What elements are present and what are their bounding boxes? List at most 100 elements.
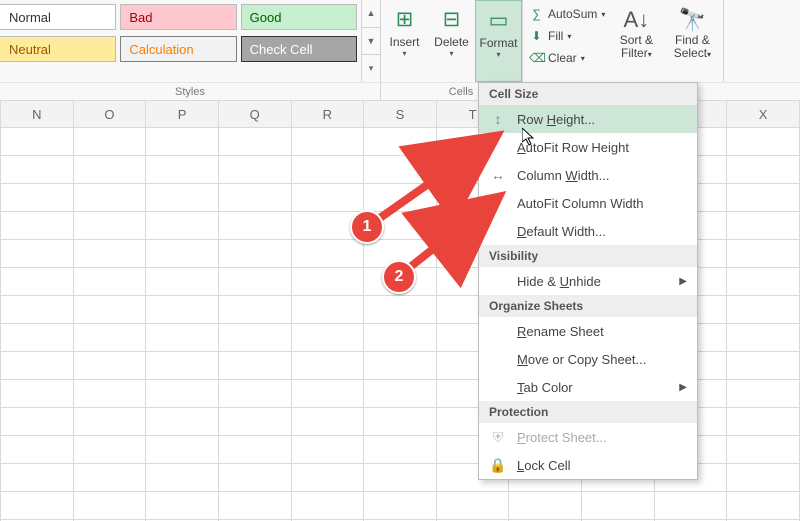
cell[interactable] xyxy=(291,240,364,268)
format-button[interactable]: ▭ Format ▾ xyxy=(475,0,522,82)
styles-gallery-scroll[interactable]: ▲▼▾ xyxy=(361,0,380,82)
cell[interactable] xyxy=(509,492,582,520)
cell[interactable] xyxy=(654,492,727,520)
cell[interactable] xyxy=(146,268,219,296)
cell[interactable] xyxy=(727,240,800,268)
cell[interactable] xyxy=(146,240,219,268)
cell[interactable] xyxy=(291,212,364,240)
cell[interactable] xyxy=(146,464,219,492)
cell[interactable] xyxy=(73,436,146,464)
cell[interactable] xyxy=(218,464,291,492)
cell[interactable] xyxy=(146,408,219,436)
cell-style-neutral[interactable]: Neutral xyxy=(0,36,116,62)
autosum-button[interactable]: ∑ AutoSum▾ xyxy=(529,4,605,24)
cell[interactable] xyxy=(218,184,291,212)
cell[interactable] xyxy=(146,156,219,184)
cell[interactable] xyxy=(146,212,219,240)
cell[interactable] xyxy=(218,436,291,464)
cell-style-calculation[interactable]: Calculation xyxy=(120,36,236,62)
sort-filter-button[interactable]: A↓ Sort & Filter▾ xyxy=(611,4,661,82)
cell[interactable] xyxy=(727,408,800,436)
cell[interactable] xyxy=(218,212,291,240)
cell[interactable] xyxy=(727,156,800,184)
cell[interactable] xyxy=(364,212,437,240)
cell[interactable] xyxy=(291,408,364,436)
cell[interactable] xyxy=(581,492,654,520)
cell[interactable] xyxy=(146,352,219,380)
cell[interactable] xyxy=(1,156,74,184)
cell[interactable] xyxy=(727,296,800,324)
clear-button[interactable]: ⌫ Clear▾ xyxy=(529,48,605,68)
cell[interactable] xyxy=(727,352,800,380)
cell[interactable] xyxy=(291,352,364,380)
menu-item-rename_sheet[interactable]: Rename Sheet xyxy=(479,317,697,345)
cell[interactable] xyxy=(218,492,291,520)
cell[interactable] xyxy=(1,408,74,436)
cell-style-normal[interactable]: Normal xyxy=(0,4,116,30)
cell[interactable] xyxy=(73,324,146,352)
column-header[interactable]: N xyxy=(1,101,74,128)
cell[interactable] xyxy=(364,436,437,464)
cell[interactable] xyxy=(1,240,74,268)
column-header[interactable]: P xyxy=(146,101,219,128)
cell[interactable] xyxy=(73,380,146,408)
cell[interactable] xyxy=(364,380,437,408)
cell[interactable] xyxy=(727,436,800,464)
column-header[interactable]: Q xyxy=(218,101,291,128)
fill-button[interactable]: ⬇ Fill▾ xyxy=(529,26,605,46)
cell[interactable] xyxy=(364,240,437,268)
menu-item-default_width[interactable]: Default Width... xyxy=(479,217,697,245)
menu-item-tab_color[interactable]: Tab Color▶ xyxy=(479,373,697,401)
menu-item-lock_cell[interactable]: 🔒Lock Cell xyxy=(479,451,697,479)
cell[interactable] xyxy=(727,184,800,212)
cell[interactable] xyxy=(73,492,146,520)
cell[interactable] xyxy=(73,352,146,380)
cell[interactable] xyxy=(291,156,364,184)
cell[interactable] xyxy=(218,156,291,184)
cell[interactable] xyxy=(1,184,74,212)
cell[interactable] xyxy=(727,324,800,352)
cell[interactable] xyxy=(146,128,219,156)
cell[interactable] xyxy=(364,464,437,492)
cell[interactable] xyxy=(218,128,291,156)
cell[interactable] xyxy=(364,268,437,296)
menu-item-hide_unhide[interactable]: Hide & Unhide▶ xyxy=(479,267,697,295)
delete-button[interactable]: ⊟ Delete ▾ xyxy=(428,0,475,82)
cell[interactable] xyxy=(364,352,437,380)
cell[interactable] xyxy=(73,212,146,240)
cell[interactable] xyxy=(291,464,364,492)
cell[interactable] xyxy=(73,128,146,156)
cell[interactable] xyxy=(291,128,364,156)
cell[interactable] xyxy=(73,240,146,268)
cell[interactable] xyxy=(291,492,364,520)
cell[interactable] xyxy=(727,212,800,240)
cell[interactable] xyxy=(146,436,219,464)
cell[interactable] xyxy=(73,464,146,492)
find-select-button[interactable]: 🔭 Find & Select▾ xyxy=(667,4,717,82)
cell[interactable] xyxy=(364,296,437,324)
cell[interactable] xyxy=(218,296,291,324)
column-header[interactable]: X xyxy=(727,101,800,128)
cell[interactable] xyxy=(364,408,437,436)
cell[interactable] xyxy=(73,268,146,296)
column-header[interactable]: R xyxy=(291,101,364,128)
cell[interactable] xyxy=(436,492,509,520)
cell[interactable] xyxy=(1,464,74,492)
cell[interactable] xyxy=(291,184,364,212)
cell[interactable] xyxy=(364,492,437,520)
cell[interactable] xyxy=(1,128,74,156)
cell[interactable] xyxy=(73,156,146,184)
menu-item-col_width[interactable]: ↔Column Width... xyxy=(479,161,697,189)
cell[interactable] xyxy=(146,380,219,408)
cell[interactable] xyxy=(1,436,74,464)
cell[interactable] xyxy=(146,184,219,212)
cell[interactable] xyxy=(291,324,364,352)
cell[interactable] xyxy=(73,408,146,436)
cell[interactable] xyxy=(727,380,800,408)
cell-style-good[interactable]: Good xyxy=(241,4,357,30)
cell[interactable] xyxy=(1,296,74,324)
cell[interactable] xyxy=(291,436,364,464)
cell[interactable] xyxy=(73,296,146,324)
cell-style-bad[interactable]: Bad xyxy=(120,4,236,30)
menu-item-autofit_col[interactable]: AutoFit Column Width xyxy=(479,189,697,217)
